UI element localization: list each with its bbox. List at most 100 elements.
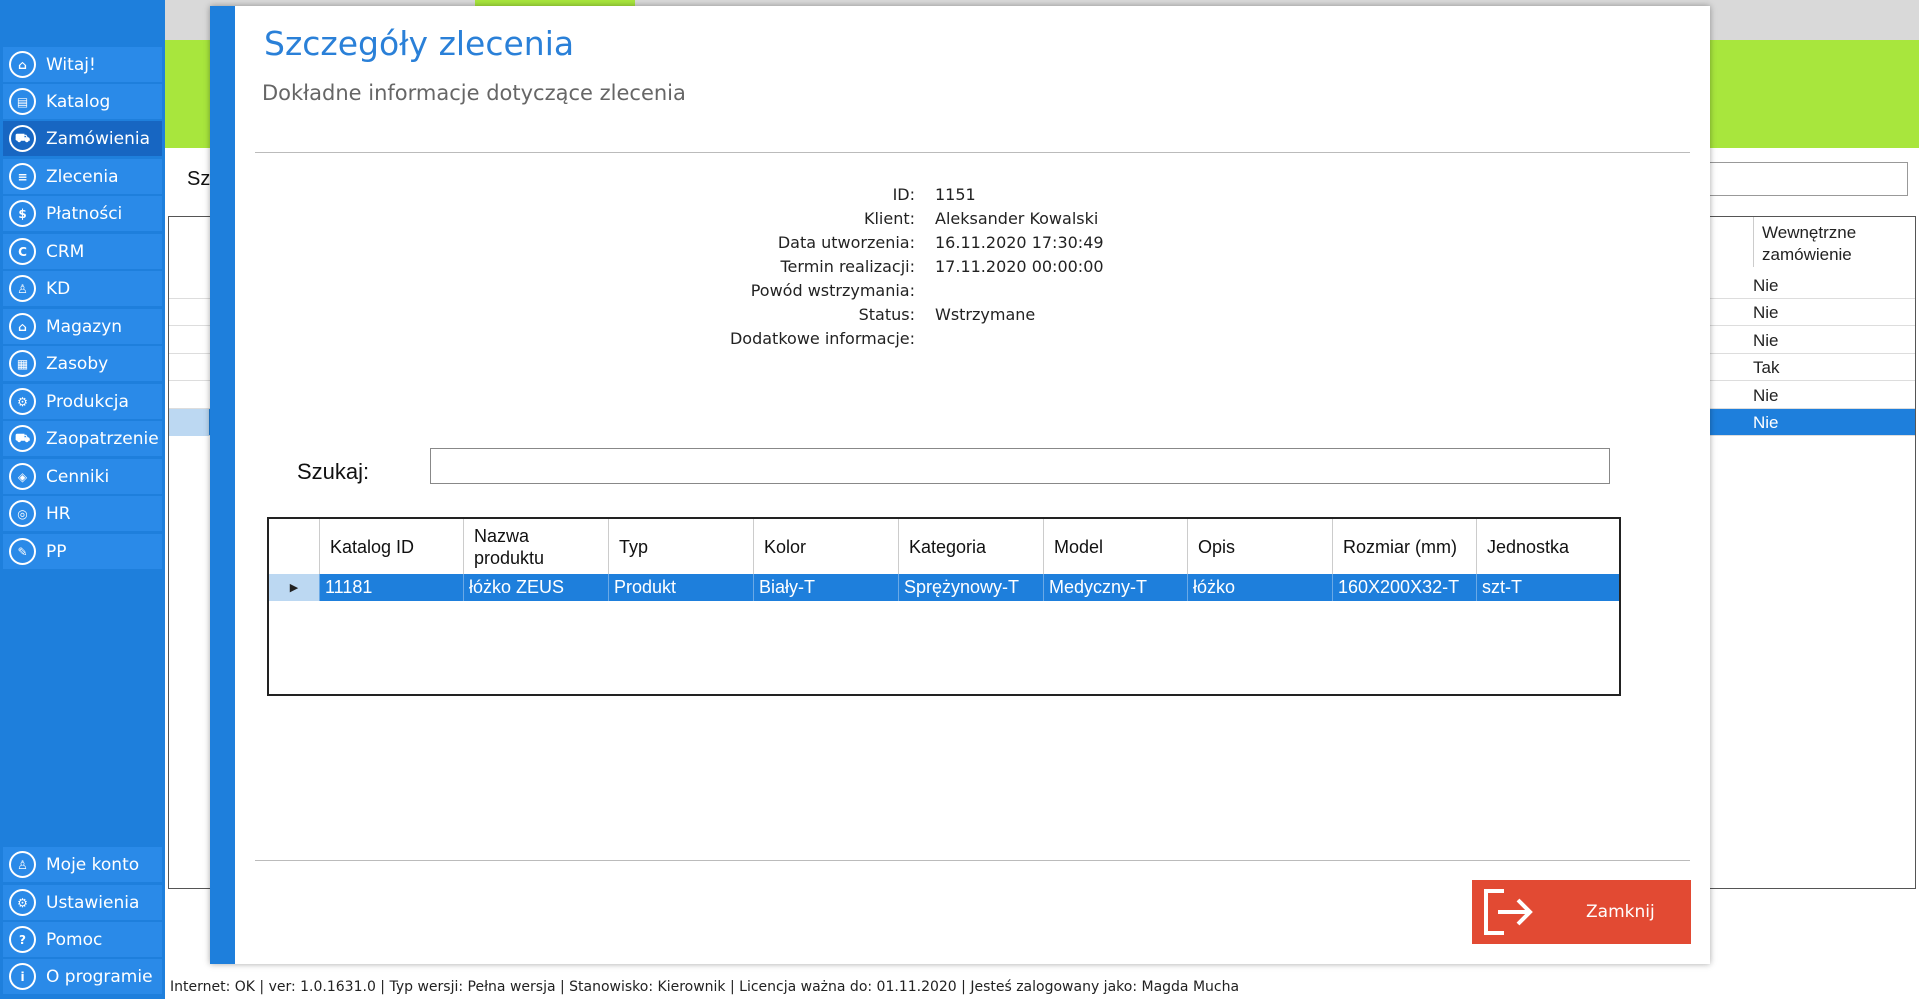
home-icon: ⌂ <box>9 51 36 78</box>
sidebar-item-pp[interactable]: ✎ PP <box>3 534 162 569</box>
sidebar-item-label: Cenniki <box>46 466 110 487</box>
column-header[interactable]: Katalog ID <box>319 519 463 574</box>
detail-label: ID: <box>892 184 915 204</box>
sidebar-item-label: Witaj! <box>46 54 96 75</box>
sidebar-item-hr[interactable]: ◎ HR <box>3 496 162 531</box>
divider <box>255 152 1690 153</box>
cart-icon: ⛟ <box>9 125 36 152</box>
sidebar-item-label: Pomoc <box>46 929 103 950</box>
sidebar-item-label: Zlecenia <box>46 166 119 187</box>
detail-label: Powód wstrzymania: <box>750 280 915 300</box>
warehouse-icon: ⌂ <box>9 313 36 340</box>
sidebar-item-moje-konto[interactable]: ♙ Moje konto <box>3 847 162 882</box>
detail-label: Data utworzenia: <box>777 232 915 252</box>
table-row[interactable]: ▶ 11181 łóżko ZEUS Produkt Biały-T Spręż… <box>269 574 1619 601</box>
sidebar-item-platnosci[interactable]: $ Płatności <box>3 196 162 231</box>
tag-icon: ◈ <box>9 463 36 490</box>
detail-row-id: ID: 1151 <box>540 182 1340 206</box>
close-button[interactable]: Zamknij <box>1472 880 1691 944</box>
background-cell: Nie <box>1753 276 1779 295</box>
column-header[interactable]: Kategoria <box>898 519 1043 574</box>
column-header[interactable]: Jednostka <box>1476 519 1619 574</box>
products-grid[interactable]: Katalog ID Nazwa produktu Typ Kolor Kate… <box>267 517 1621 696</box>
detail-row-created: Data utworzenia: 16.11.2020 17:30:49 <box>540 230 1340 254</box>
status-bar: Internet: OK | ver: 1.0.1631.0 | Typ wer… <box>165 975 1919 999</box>
table-cell: Medyczny-T <box>1043 574 1187 601</box>
list-icon: ≡ <box>9 163 36 190</box>
column-header[interactable]: Model <box>1043 519 1187 574</box>
dialog-accent-stripe <box>210 6 235 964</box>
sidebar-item-label: HR <box>46 503 71 524</box>
sidebar-item-ustawienia[interactable]: ⚙ Ustawienia <box>3 885 162 920</box>
order-details: ID: 1151 Klient: Aleksander Kowalski Dat… <box>540 182 1340 350</box>
column-header[interactable]: Typ <box>608 519 753 574</box>
detail-value: 1151 <box>935 184 976 204</box>
sidebar-item-cenniki[interactable]: ◈ Cenniki <box>3 459 162 494</box>
detail-value: 16.11.2020 17:30:49 <box>935 232 1104 252</box>
sidebar-item-label: PP <box>46 541 67 562</box>
search-input[interactable] <box>430 448 1610 484</box>
sidebar-item-o-programie[interactable]: i O programie <box>3 959 162 994</box>
background-cell: Nie <box>1753 413 1779 432</box>
account-icon: ♙ <box>9 851 36 878</box>
table-cell: łóżko ZEUS <box>463 574 608 601</box>
detail-row-deadline: Termin realizacji: 17.11.2020 00:00:00 <box>540 254 1340 278</box>
column-header[interactable]: Opis <box>1187 519 1332 574</box>
detail-row-additional-info: Dodatkowe informacje: <box>540 326 1340 350</box>
background-cell: Nie <box>1753 386 1779 405</box>
dialog-subtitle: Dokładne informacje dotyczące zlecenia <box>262 81 686 105</box>
column-header[interactable]: Rozmiar (mm) <box>1332 519 1476 574</box>
pp-icon: ✎ <box>9 538 36 565</box>
table-cell: szt-T <box>1476 574 1619 601</box>
sidebar-item-katalog[interactable]: ▤ Katalog <box>3 84 162 119</box>
resources-icon: ▦ <box>9 350 36 377</box>
detail-label: Klient: <box>863 208 915 228</box>
dialog-title: Szczegóły zlecenia <box>264 24 575 63</box>
background-cell: Nie <box>1753 303 1779 322</box>
sidebar-item-zamowienia[interactable]: ⛟ Zamówienia <box>3 121 162 156</box>
info-icon: i <box>9 963 36 990</box>
table-cell: 160X200X32-T <box>1332 574 1476 601</box>
sidebar-item-label: Magazyn <box>46 316 123 337</box>
crm-icon: C <box>9 238 36 265</box>
sidebar-item-zaopatrzenie[interactable]: ⛟ Zaopatrzenie <box>3 421 162 456</box>
sidebar-item-zasoby[interactable]: ▦ Zasoby <box>3 346 162 381</box>
grid-header-corner <box>269 519 319 574</box>
sidebar-item-label: Zasoby <box>46 353 109 374</box>
sidebar-item-pomoc[interactable]: ? Pomoc <box>3 922 162 957</box>
detail-label: Status: <box>858 304 915 324</box>
sidebar-item-witaj[interactable]: ⌂ Witaj! <box>3 47 162 82</box>
detail-value: Aleksander Kowalski <box>935 208 1099 228</box>
sidebar-item-label: Katalog <box>46 91 111 112</box>
sidebar-item-crm[interactable]: C CRM <box>3 234 162 269</box>
table-cell: łóżko <box>1187 574 1332 601</box>
help-icon: ? <box>9 926 36 953</box>
exit-icon <box>1484 889 1533 935</box>
hr-icon: ◎ <box>9 500 36 527</box>
sidebar-item-label: Ustawienia <box>46 892 140 913</box>
sidebar-item-produkcja[interactable]: ⚙ Produkcja <box>3 384 162 419</box>
sidebar: ⌂ Witaj! ▤ Katalog ⛟ Zamówienia ≡ Zlecen… <box>0 0 165 999</box>
column-header[interactable]: Kolor <box>753 519 898 574</box>
dollar-icon: $ <box>9 200 36 227</box>
sidebar-item-label: Zamówienia <box>46 128 151 149</box>
sidebar-item-magazyn[interactable]: ⌂ Magazyn <box>3 309 162 344</box>
sidebar-item-label: Moje konto <box>46 854 140 875</box>
background-search-input[interactable] <box>1700 162 1908 196</box>
row-selector-icon[interactable]: ▶ <box>269 574 319 601</box>
background-cell: Tak <box>1753 358 1780 377</box>
column-header[interactable]: Nazwa produktu <box>463 519 608 574</box>
table-cell: Sprężynowy-T <box>898 574 1043 601</box>
background-column-header[interactable]: Wewnętrzne zamówienie <box>1753 217 1915 267</box>
detail-label: Termin realizacji: <box>780 256 916 276</box>
background-page-title: Sz <box>187 168 211 190</box>
sidebar-item-zlecenia[interactable]: ≡ Zlecenia <box>3 159 162 194</box>
production-icon: ⚙ <box>9 388 36 415</box>
close-button-label: Zamknij <box>1586 902 1655 922</box>
detail-row-client: Klient: Aleksander Kowalski <box>540 206 1340 230</box>
sidebar-item-kd[interactable]: ♙ KD <box>3 271 162 306</box>
order-details-dialog: Szczegóły zlecenia Dokładne informacje d… <box>210 6 1710 964</box>
detail-value: 17.11.2020 00:00:00 <box>935 256 1104 276</box>
table-cell: Produkt <box>608 574 753 601</box>
search-label: Szukaj: <box>297 459 370 484</box>
